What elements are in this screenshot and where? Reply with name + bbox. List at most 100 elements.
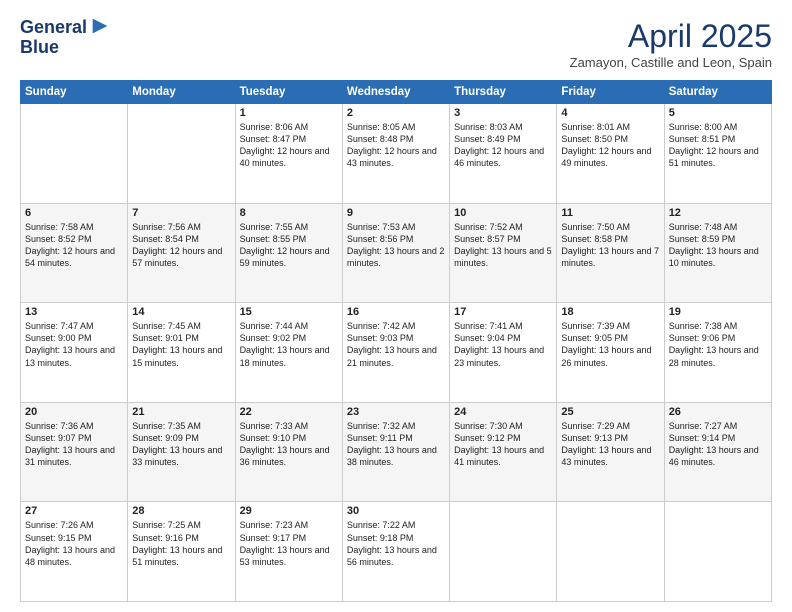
day-info: Sunrise: 7:27 AMSunset: 9:14 PMDaylight:… <box>669 420 767 469</box>
calendar-table: Sunday Monday Tuesday Wednesday Thursday… <box>20 80 772 602</box>
table-row: 30 Sunrise: 7:22 AMSunset: 9:18 PMDaylig… <box>342 502 449 602</box>
logo-icon <box>89 15 111 37</box>
day-number: 8 <box>240 207 338 219</box>
day-info: Sunrise: 7:50 AMSunset: 8:58 PMDaylight:… <box>561 221 659 270</box>
table-row: 19 Sunrise: 7:38 AMSunset: 9:06 PMDaylig… <box>664 303 771 403</box>
day-info: Sunrise: 7:48 AMSunset: 8:59 PMDaylight:… <box>669 221 767 270</box>
table-row: 22 Sunrise: 7:33 AMSunset: 9:10 PMDaylig… <box>235 402 342 502</box>
day-number: 24 <box>454 406 552 418</box>
location-subtitle: Zamayon, Castille and Leon, Spain <box>570 55 772 70</box>
table-row: 14 Sunrise: 7:45 AMSunset: 9:01 PMDaylig… <box>128 303 235 403</box>
day-number: 13 <box>25 306 123 318</box>
day-number: 14 <box>132 306 230 318</box>
day-info: Sunrise: 7:30 AMSunset: 9:12 PMDaylight:… <box>454 420 552 469</box>
day-info: Sunrise: 8:01 AMSunset: 8:50 PMDaylight:… <box>561 121 659 170</box>
day-number: 4 <box>561 107 659 119</box>
day-number: 22 <box>240 406 338 418</box>
day-info: Sunrise: 7:58 AMSunset: 8:52 PMDaylight:… <box>25 221 123 270</box>
day-number: 26 <box>669 406 767 418</box>
table-row <box>21 104 128 204</box>
day-number: 9 <box>347 207 445 219</box>
table-row <box>128 104 235 204</box>
day-number: 19 <box>669 306 767 318</box>
header: General Blue April 2025 Zamayon, Castill… <box>20 18 772 70</box>
day-info: Sunrise: 8:05 AMSunset: 8:48 PMDaylight:… <box>347 121 445 170</box>
col-sunday: Sunday <box>21 81 128 104</box>
day-info: Sunrise: 7:56 AMSunset: 8:54 PMDaylight:… <box>132 221 230 270</box>
col-saturday: Saturday <box>664 81 771 104</box>
calendar-header-row: Sunday Monday Tuesday Wednesday Thursday… <box>21 81 772 104</box>
calendar-week-row: 1 Sunrise: 8:06 AMSunset: 8:47 PMDayligh… <box>21 104 772 204</box>
day-number: 7 <box>132 207 230 219</box>
table-row: 26 Sunrise: 7:27 AMSunset: 9:14 PMDaylig… <box>664 402 771 502</box>
logo-text-general: General <box>20 18 87 38</box>
calendar-week-row: 20 Sunrise: 7:36 AMSunset: 9:07 PMDaylig… <box>21 402 772 502</box>
day-number: 28 <box>132 505 230 517</box>
day-number: 23 <box>347 406 445 418</box>
day-number: 30 <box>347 505 445 517</box>
table-row <box>664 502 771 602</box>
table-row: 4 Sunrise: 8:01 AMSunset: 8:50 PMDayligh… <box>557 104 664 204</box>
day-info: Sunrise: 7:52 AMSunset: 8:57 PMDaylight:… <box>454 221 552 270</box>
table-row: 8 Sunrise: 7:55 AMSunset: 8:55 PMDayligh… <box>235 203 342 303</box>
day-info: Sunrise: 7:33 AMSunset: 9:10 PMDaylight:… <box>240 420 338 469</box>
logo-text-blue: Blue <box>20 37 59 57</box>
day-info: Sunrise: 7:23 AMSunset: 9:17 PMDaylight:… <box>240 519 338 568</box>
calendar-week-row: 13 Sunrise: 7:47 AMSunset: 9:00 PMDaylig… <box>21 303 772 403</box>
day-info: Sunrise: 7:41 AMSunset: 9:04 PMDaylight:… <box>454 320 552 369</box>
table-row: 12 Sunrise: 7:48 AMSunset: 8:59 PMDaylig… <box>664 203 771 303</box>
day-info: Sunrise: 7:32 AMSunset: 9:11 PMDaylight:… <box>347 420 445 469</box>
table-row: 11 Sunrise: 7:50 AMSunset: 8:58 PMDaylig… <box>557 203 664 303</box>
calendar-week-row: 6 Sunrise: 7:58 AMSunset: 8:52 PMDayligh… <box>21 203 772 303</box>
day-info: Sunrise: 7:36 AMSunset: 9:07 PMDaylight:… <box>25 420 123 469</box>
day-number: 25 <box>561 406 659 418</box>
day-number: 3 <box>454 107 552 119</box>
day-number: 20 <box>25 406 123 418</box>
day-info: Sunrise: 7:44 AMSunset: 9:02 PMDaylight:… <box>240 320 338 369</box>
day-number: 18 <box>561 306 659 318</box>
calendar-week-row: 27 Sunrise: 7:26 AMSunset: 9:15 PMDaylig… <box>21 502 772 602</box>
page: General Blue April 2025 Zamayon, Castill… <box>0 0 792 612</box>
day-number: 29 <box>240 505 338 517</box>
table-row: 13 Sunrise: 7:47 AMSunset: 9:00 PMDaylig… <box>21 303 128 403</box>
table-row: 9 Sunrise: 7:53 AMSunset: 8:56 PMDayligh… <box>342 203 449 303</box>
logo: General Blue <box>20 18 111 58</box>
day-info: Sunrise: 7:53 AMSunset: 8:56 PMDaylight:… <box>347 221 445 270</box>
col-friday: Friday <box>557 81 664 104</box>
table-row: 25 Sunrise: 7:29 AMSunset: 9:13 PMDaylig… <box>557 402 664 502</box>
table-row <box>450 502 557 602</box>
day-number: 2 <box>347 107 445 119</box>
col-tuesday: Tuesday <box>235 81 342 104</box>
day-number: 12 <box>669 207 767 219</box>
day-number: 17 <box>454 306 552 318</box>
day-info: Sunrise: 7:55 AMSunset: 8:55 PMDaylight:… <box>240 221 338 270</box>
day-info: Sunrise: 8:00 AMSunset: 8:51 PMDaylight:… <box>669 121 767 170</box>
table-row: 16 Sunrise: 7:42 AMSunset: 9:03 PMDaylig… <box>342 303 449 403</box>
day-number: 5 <box>669 107 767 119</box>
table-row: 21 Sunrise: 7:35 AMSunset: 9:09 PMDaylig… <box>128 402 235 502</box>
day-info: Sunrise: 7:45 AMSunset: 9:01 PMDaylight:… <box>132 320 230 369</box>
day-number: 27 <box>25 505 123 517</box>
day-info: Sunrise: 8:03 AMSunset: 8:49 PMDaylight:… <box>454 121 552 170</box>
table-row: 1 Sunrise: 8:06 AMSunset: 8:47 PMDayligh… <box>235 104 342 204</box>
day-info: Sunrise: 7:25 AMSunset: 9:16 PMDaylight:… <box>132 519 230 568</box>
table-row: 10 Sunrise: 7:52 AMSunset: 8:57 PMDaylig… <box>450 203 557 303</box>
table-row: 27 Sunrise: 7:26 AMSunset: 9:15 PMDaylig… <box>21 502 128 602</box>
table-row: 18 Sunrise: 7:39 AMSunset: 9:05 PMDaylig… <box>557 303 664 403</box>
table-row: 15 Sunrise: 7:44 AMSunset: 9:02 PMDaylig… <box>235 303 342 403</box>
table-row: 20 Sunrise: 7:36 AMSunset: 9:07 PMDaylig… <box>21 402 128 502</box>
table-row: 3 Sunrise: 8:03 AMSunset: 8:49 PMDayligh… <box>450 104 557 204</box>
col-wednesday: Wednesday <box>342 81 449 104</box>
day-number: 15 <box>240 306 338 318</box>
table-row: 29 Sunrise: 7:23 AMSunset: 9:17 PMDaylig… <box>235 502 342 602</box>
day-info: Sunrise: 7:42 AMSunset: 9:03 PMDaylight:… <box>347 320 445 369</box>
day-info: Sunrise: 7:47 AMSunset: 9:00 PMDaylight:… <box>25 320 123 369</box>
day-info: Sunrise: 7:22 AMSunset: 9:18 PMDaylight:… <box>347 519 445 568</box>
day-number: 11 <box>561 207 659 219</box>
table-row <box>557 502 664 602</box>
day-info: Sunrise: 7:35 AMSunset: 9:09 PMDaylight:… <box>132 420 230 469</box>
day-number: 10 <box>454 207 552 219</box>
col-monday: Monday <box>128 81 235 104</box>
table-row: 28 Sunrise: 7:25 AMSunset: 9:16 PMDaylig… <box>128 502 235 602</box>
table-row: 7 Sunrise: 7:56 AMSunset: 8:54 PMDayligh… <box>128 203 235 303</box>
